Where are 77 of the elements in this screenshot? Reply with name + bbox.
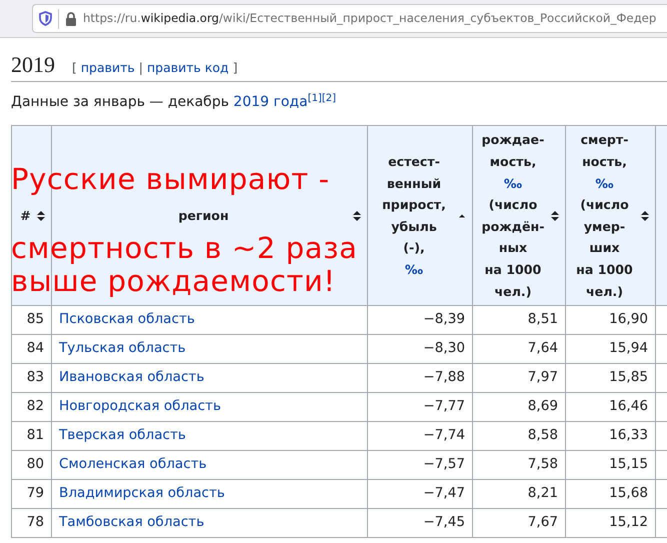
unit-link[interactable]: ‰: [404, 262, 424, 277]
table-cell: 78: [26, 514, 44, 530]
edit-link[interactable]: править код: [146, 60, 229, 75]
table-cell: 7,67: [528, 514, 558, 530]
header-text: венный: [386, 176, 442, 191]
table-cell: 85: [26, 311, 44, 328]
table-cell: −7,45: [423, 514, 465, 530]
table-cell: 16,46: [609, 398, 648, 414]
sort-icon[interactable]: [37, 210, 45, 221]
header-text: #: [20, 208, 31, 223]
table-cell: −7,74: [423, 427, 465, 444]
table-cell: 8,21: [528, 485, 558, 502]
table-cell: 84: [26, 340, 44, 356]
table-cell: 15,68: [609, 485, 648, 502]
year-link[interactable]: 2019 года: [233, 94, 308, 110]
table-cell: −7,47: [423, 485, 465, 502]
table-cell: 8,58: [528, 427, 558, 444]
sort-icon[interactable]: [353, 210, 361, 221]
unit-link[interactable]: ‰: [595, 176, 614, 191]
caption-line: выше рождаемости!: [11, 267, 337, 296]
header-text: смерт-: [580, 132, 628, 148]
table-cell: −8,30: [423, 340, 465, 356]
caption-line: Русские вымирают -: [11, 165, 331, 194]
header-text: на 1000: [484, 262, 542, 277]
table-cell: −7,57: [423, 456, 465, 472]
header-text: (число: [488, 197, 538, 212]
table-cell: 16,90: [609, 311, 648, 328]
header-text: рождён-: [482, 218, 544, 234]
table-cell: 80: [26, 456, 44, 472]
table-cell: 7,64: [528, 340, 558, 356]
section-heading: 2019: [11, 52, 55, 78]
table-cell: 8,51: [528, 311, 558, 328]
edit-link[interactable]: править: [80, 60, 135, 75]
header-text: чел.): [586, 284, 623, 299]
table-cell: 8,69: [528, 398, 558, 414]
shield-icon[interactable]: [39, 11, 52, 26]
unit-link[interactable]: ‰: [504, 176, 522, 191]
header-text: убыль: [391, 218, 437, 234]
table-cell: −7,77: [423, 398, 465, 414]
sort-ascending-icon[interactable]: [458, 212, 466, 219]
header-text: чел.): [494, 284, 532, 299]
header-text: (число: [580, 197, 629, 212]
header-text: на 1000: [576, 262, 633, 277]
header-text: ных: [498, 240, 528, 256]
header-text: (-),: [403, 240, 425, 256]
bracket: [: [72, 60, 77, 75]
table-cell: −7,88: [423, 369, 465, 386]
header-text: мость,: [490, 154, 536, 169]
table-cell: −8,39: [423, 311, 465, 328]
reference-link[interactable]: [1]: [308, 93, 322, 104]
address-bar[interactable]: https://ru.wikipedia.org/wiki/Естественный_прирост_населения_субъектов_Российской_Федер: [32, 4, 667, 33]
sort-icon[interactable]: [641, 210, 649, 221]
lock-icon[interactable]: [65, 12, 77, 26]
table-cell: 7,97: [528, 369, 558, 386]
table-cell: 15,12: [609, 514, 648, 530]
table-cell: 15,85: [609, 369, 648, 386]
table-cell: 83: [26, 369, 44, 386]
caption-line: смертность в ~2 раза: [11, 234, 358, 264]
reference-link[interactable]: [2]: [322, 93, 336, 104]
url-text: https://ru.wikipedia.org/wiki/Естественный_прирост_населения_субъектов_Российской_Федер: [83, 10, 656, 27]
table-cell: 16,33: [609, 427, 648, 444]
separator: |: [138, 60, 143, 75]
table-cell: 15,15: [609, 456, 648, 472]
header-text: регион: [178, 208, 229, 223]
sort-icon[interactable]: [551, 210, 559, 221]
header-text: ших: [589, 240, 620, 256]
header-text: умер-: [584, 218, 626, 234]
header-text: ность,: [582, 154, 627, 169]
table-cell: 81: [26, 427, 44, 444]
header-text: прирост,: [382, 197, 446, 212]
table-cell: 82: [26, 398, 44, 414]
table-cell: 15,94: [609, 340, 648, 356]
header-text: естест-: [388, 154, 440, 169]
header-text: рождае-: [482, 132, 544, 148]
table-cell: 7,58: [528, 456, 558, 472]
table-cell: 79: [26, 485, 44, 502]
bracket: ]: [232, 60, 238, 75]
